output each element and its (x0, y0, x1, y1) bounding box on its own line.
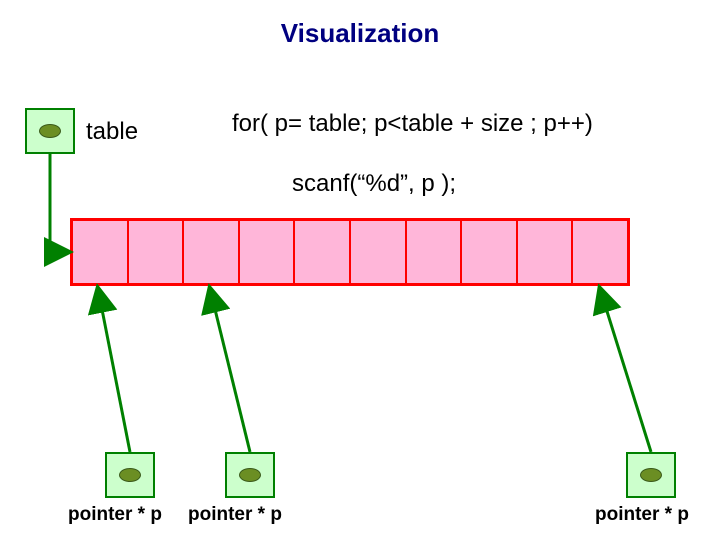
table-pointer-box (25, 108, 75, 154)
array-cell (462, 221, 518, 283)
pointer-label: pointer * p (68, 504, 162, 526)
array-cell (407, 221, 463, 283)
pointer-box (225, 452, 275, 498)
array-cell (129, 221, 185, 283)
dot-icon (39, 124, 61, 138)
array-cell (240, 221, 296, 283)
page-title: Visualization (0, 18, 720, 49)
dot-icon (640, 468, 662, 482)
array-row (70, 218, 630, 286)
array-cell (351, 221, 407, 283)
code-for-line: for( p= table; p<table + size ; p++) (232, 110, 593, 138)
array-cell (518, 221, 574, 283)
array-cell (573, 221, 627, 283)
code-scanf-line: scanf(“%d”, p ); (292, 170, 456, 198)
array-cell (295, 221, 351, 283)
array-cell (73, 221, 129, 283)
dot-icon (119, 468, 141, 482)
array-cell (184, 221, 240, 283)
pointer-label: pointer * p (188, 504, 282, 526)
pointer-label: pointer * p (595, 504, 689, 526)
dot-icon (239, 468, 261, 482)
table-label: table (86, 118, 138, 146)
pointer-box (626, 452, 676, 498)
pointer-box (105, 452, 155, 498)
